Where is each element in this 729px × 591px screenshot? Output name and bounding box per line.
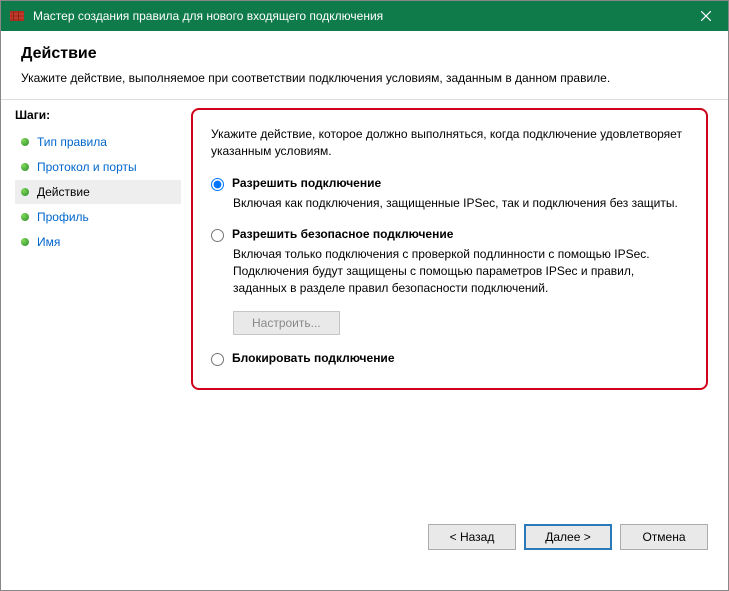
step-protocol-ports[interactable]: Протокол и порты [15, 155, 181, 179]
back-button[interactable]: < Назад [428, 524, 516, 550]
bullet-icon [21, 188, 29, 196]
bullet-icon [21, 138, 29, 146]
bullet-icon [21, 238, 29, 246]
steps-sidebar: Шаги: Тип правила Протокол и порты Дейст… [1, 100, 181, 562]
radio-allow[interactable] [211, 178, 224, 191]
page-subtitle: Укажите действие, выполняемое при соотве… [21, 71, 708, 85]
radio-allow-secure-label[interactable]: Разрешить безопасное подключение [232, 227, 453, 241]
content-column: Укажите действие, которое должно выполня… [181, 100, 728, 562]
step-profile[interactable]: Профиль [15, 205, 181, 229]
configure-button: Настроить... [233, 311, 340, 335]
body-area: Шаги: Тип правила Протокол и порты Дейст… [1, 100, 728, 562]
cancel-button[interactable]: Отмена [620, 524, 708, 550]
radio-block[interactable] [211, 353, 224, 366]
step-name[interactable]: Имя [15, 230, 181, 254]
radio-allow-desc: Включая как подключения, защищенные IPSe… [233, 195, 688, 212]
radio-group-allow: Разрешить подключение Включая как подклю… [211, 176, 688, 212]
bullet-icon [21, 163, 29, 171]
bullet-icon [21, 213, 29, 221]
radio-allow-secure[interactable] [211, 229, 224, 242]
close-icon [701, 11, 711, 21]
step-label: Профиль [37, 210, 89, 224]
titlebar: Мастер создания правила для нового входя… [1, 1, 728, 31]
step-label: Протокол и порты [37, 160, 137, 174]
instruction-text: Укажите действие, которое должно выполня… [211, 126, 688, 160]
page-heading: Действие [21, 45, 708, 63]
highlight-box: Укажите действие, которое должно выполня… [191, 108, 708, 390]
firewall-icon [9, 8, 25, 24]
radio-group-allow-secure: Разрешить безопасное подключение Включая… [211, 227, 688, 334]
next-button[interactable]: Далее > [524, 524, 612, 550]
step-label: Имя [37, 235, 60, 249]
step-label: Тип правила [37, 135, 107, 149]
radio-block-label[interactable]: Блокировать подключение [232, 351, 395, 365]
close-button[interactable] [683, 1, 728, 31]
window-title: Мастер создания правила для нового входя… [33, 9, 383, 23]
step-rule-type[interactable]: Тип правила [15, 130, 181, 154]
step-label: Действие [37, 185, 90, 199]
footer-buttons: < Назад Далее > Отмена [428, 524, 708, 550]
header-section: Действие Укажите действие, выполняемое п… [1, 31, 728, 100]
steps-heading: Шаги: [15, 108, 181, 122]
radio-allow-secure-desc: Включая только подключения с проверкой п… [233, 246, 688, 296]
step-action[interactable]: Действие [15, 180, 181, 204]
radio-group-block: Блокировать подключение [211, 351, 688, 366]
radio-allow-label[interactable]: Разрешить подключение [232, 176, 381, 190]
